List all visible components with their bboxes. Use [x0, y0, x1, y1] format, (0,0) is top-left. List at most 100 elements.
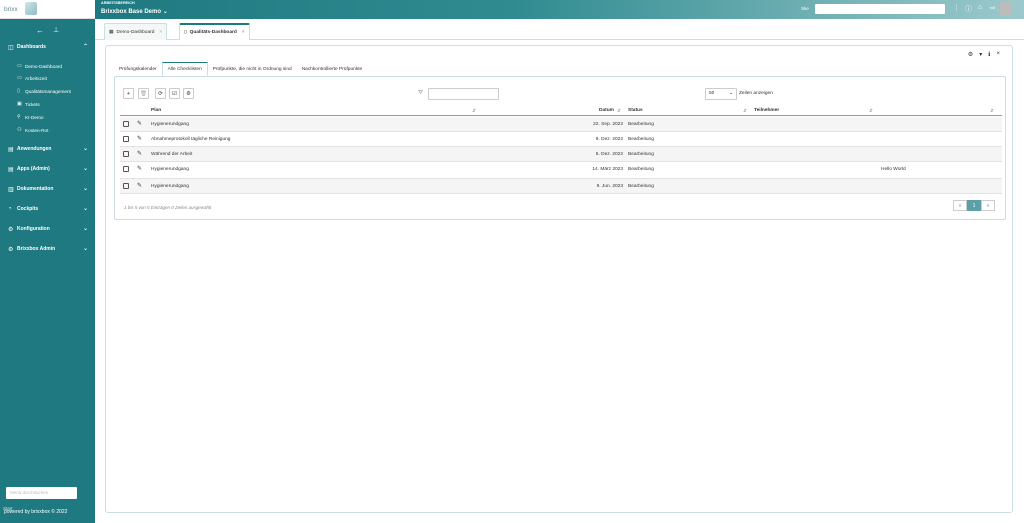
settings-icon[interactable]: ⚙ — [968, 51, 973, 58]
table-info: 1 bis 5 von 5 Einträgen 0 Zeilen ausgewä… — [124, 205, 212, 210]
sort-icon[interactable]: ⇵ — [869, 108, 873, 114]
tab-pruefpunkte-nicht-ok[interactable]: Prüfpunkte, die nicht in Ordnung sind — [208, 62, 297, 76]
row-checkbox[interactable] — [123, 183, 129, 189]
cell-plan: Hygienerundgang — [151, 167, 189, 172]
tab-demo-dashboard[interactable]: ▦ Demo-Dashboard × — [104, 23, 168, 40]
sidebar-item-label: Arbeitszeit — [25, 75, 47, 81]
next-page-button[interactable]: » — [981, 200, 995, 211]
chevron-down-icon: ⌄ — [82, 206, 88, 212]
back-arrow-icon[interactable]: ← — [36, 26, 44, 35]
powered-by-text: powered by brixxbox © 2022 — [4, 509, 68, 515]
dashboard-panel: ⚙ ▾ ℹ × Prüfungskalender Alle Checkliste… — [105, 45, 1013, 513]
sidebar-item-demo-dashboard[interactable]: ▭ Demo-Dashboard — [17, 62, 92, 70]
sidebar-section-cockpits[interactable]: ◔ Cockpits ⌄ — [8, 204, 88, 214]
sidebar-search-input[interactable]: Menü durchsuchen — [6, 487, 77, 499]
sidebar-item-kosten-rot[interactable]: ⚇ Kosten-Rot — [17, 126, 92, 134]
page-button-1[interactable]: 1 — [967, 200, 981, 211]
pagination: « 1 » — [953, 200, 995, 211]
column-header-datum[interactable]: Datum — [599, 108, 614, 113]
tab-qualitaets-dashboard[interactable]: ▯ Qualitäts-Dashboard × — [179, 23, 250, 40]
sidebar-section-anwendungen[interactable]: ▤ Anwendungen ⌄ — [8, 144, 88, 154]
clipboard-icon: ▯ — [17, 88, 20, 94]
sidebar-item-ki-demo[interactable]: ⚲ KI-Demo — [17, 113, 92, 121]
sidebar-section-konfiguration[interactable]: ⚙ Konfiguration ⌄ — [8, 224, 88, 234]
checklist-card: + 🗑 ⟳ ☑ ⚙ ⛛ 50 ⌄ Zeilen anzeigen Plan ⇵ … — [114, 76, 1006, 220]
refresh-button[interactable]: ⟳ — [155, 88, 166, 99]
sort-icon[interactable]: ⇵ — [990, 108, 994, 114]
select-all-button[interactable]: ☑ — [169, 88, 180, 99]
add-button[interactable]: + — [123, 88, 134, 99]
table-row[interactable]: ✎ Hygienerundgang 9. Jun. 2023 Bearbeitu… — [120, 179, 1002, 194]
close-icon[interactable]: × — [159, 30, 162, 35]
sidebar-section-brixxbox-admin[interactable]: ⚙ Brixxbox Admin ⌄ — [8, 244, 88, 254]
dashboard-icon: ▭ — [17, 75, 22, 81]
column-header-plan[interactable]: Plan — [151, 108, 161, 113]
cell-status: Bearbeitung — [628, 152, 654, 157]
edit-icon[interactable]: ✎ — [137, 150, 142, 157]
trash-icon: 🗑 — [140, 90, 147, 97]
table-row[interactable]: ✎ Hygienerundgang 22. Sep. 2022 Bearbeit… — [120, 117, 1002, 132]
admin-apps-icon: ▤ — [8, 166, 14, 173]
chevron-down-icon[interactable]: ▾ — [979, 51, 982, 58]
cell-datum: 14. März 2023 — [592, 167, 623, 172]
edit-icon[interactable]: ✎ — [137, 120, 142, 127]
edit-icon[interactable]: ✎ — [137, 135, 142, 142]
sidebar-item-label: Demo-Dashboard — [25, 63, 62, 69]
close-icon[interactable]: × — [996, 51, 1000, 58]
sidebar-section-dokumentation[interactable]: ▥ Dokumentation ⌄ — [8, 184, 88, 194]
filter-input[interactable] — [428, 88, 499, 100]
sort-icon[interactable]: ⇵ — [617, 108, 621, 114]
table-row[interactable]: ✎ Hygienerundgang 14. März 2023 Bearbeit… — [120, 162, 1002, 179]
sidebar-section-label: Konfiguration — [17, 226, 50, 232]
table-header: Plan ⇵ Datum ⇵ Status ⇵ Teilnehmer ⇵ ⇵ — [120, 106, 1002, 116]
clipboard-icon: ▯ — [184, 30, 187, 35]
row-checkbox[interactable] — [123, 136, 129, 142]
close-icon[interactable]: × — [242, 30, 245, 35]
inner-tabs: Prüfungskalender Alle Checklisten Prüfpu… — [114, 62, 367, 76]
tab-alle-checklisten[interactable]: Alle Checklisten — [161, 62, 208, 76]
people-icon: ⚇ — [17, 127, 22, 133]
info-icon[interactable]: ⓘ — [965, 4, 972, 14]
sort-icon[interactable]: ⇵ — [472, 108, 476, 114]
menu-dots-icon[interactable]: ⋮ — [953, 4, 960, 12]
row-checkbox[interactable] — [123, 151, 129, 157]
cell-status: Bearbeitung — [628, 122, 654, 127]
refresh-icon: ⟳ — [158, 90, 163, 97]
column-header-teilnehmer[interactable]: Teilnehmer — [754, 108, 779, 113]
rows-per-page-label: Zeilen anzeigen — [739, 91, 773, 96]
config-icon: ⚙ — [8, 226, 14, 233]
tab-label: Demo-Dashboard — [116, 29, 155, 35]
tab-pruefungskalender[interactable]: Prüfungskalender — [114, 62, 162, 76]
sidebar-section-dashboards[interactable]: ◫ Dashboards ⌃ — [8, 42, 88, 52]
tab-nachkontrollierte-pruefpunkte[interactable]: Nachkontrollierte Prüfpunkte — [297, 62, 368, 76]
sort-icon[interactable]: ⇵ — [743, 108, 747, 114]
home-icon[interactable]: ⌂ — [978, 4, 982, 11]
column-header-status[interactable]: Status — [628, 108, 643, 113]
rows-per-page-select[interactable]: 50 ⌄ — [705, 88, 737, 100]
cell-datum: 9. Dez. 2022 — [595, 137, 623, 142]
workspace-selector[interactable]: Brixxbox Base Demo ⌄ — [101, 8, 168, 15]
document-tabs: ▦ Demo-Dashboard × ▯ Qualitäts-Dashboard… — [95, 19, 1024, 40]
sidebar-section-apps-admin[interactable]: ▤ Apps (Admin) ⌄ — [8, 164, 88, 174]
sidebar-item-qualitaetsmanagement[interactable]: ▯ Qualitätsmanagement — [17, 87, 92, 95]
table-row[interactable]: ✎ Abnahmeprotokoll tägliche Reinigung 9.… — [120, 132, 1002, 147]
settings-button[interactable]: ⚙ — [183, 88, 194, 99]
delete-button[interactable]: 🗑 — [138, 88, 149, 99]
edit-icon[interactable]: ✎ — [137, 182, 142, 189]
info-icon[interactable]: ℹ — [988, 51, 990, 58]
pin-icon[interactable]: ⊥ — [53, 26, 59, 34]
sidebar-item-arbeitszeit[interactable]: ▭ Arbeitszeit — [17, 74, 92, 82]
edit-icon[interactable]: ✎ — [137, 165, 142, 172]
cell-extra: Hello World — [881, 167, 906, 172]
global-search-input[interactable] — [815, 4, 945, 14]
row-checkbox[interactable] — [123, 166, 129, 172]
prev-page-button[interactable]: « — [953, 200, 967, 211]
row-checkbox[interactable] — [123, 121, 129, 127]
avatar[interactable] — [1000, 2, 1012, 16]
plus-icon: + — [126, 90, 131, 97]
panel-tools: ⚙ ▾ ℹ × — [968, 51, 1000, 58]
table-row[interactable]: ✎ Während der Arbeit 5. Dez. 2022 Bearbe… — [120, 147, 1002, 162]
share-icon[interactable]: ⇨ — [990, 4, 996, 12]
cell-datum: 5. Dez. 2022 — [595, 152, 623, 157]
sidebar-item-tickets[interactable]: ▣ Tickets — [17, 100, 92, 108]
